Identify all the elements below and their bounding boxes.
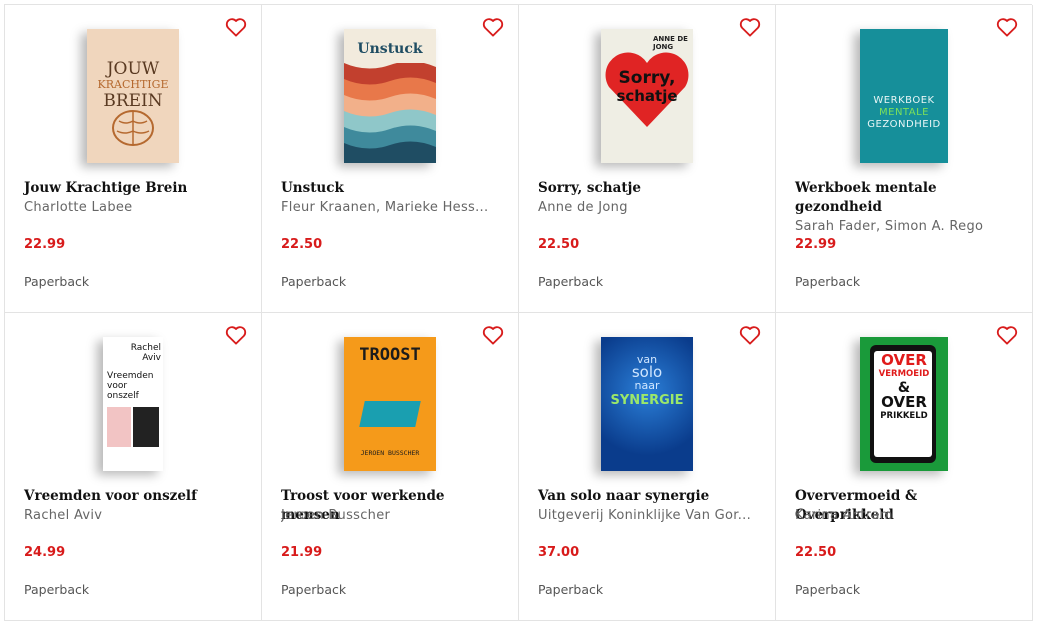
product-card[interactable]: TROOST JEROEN BUSSCHER Troost voor werke… [262,313,519,621]
book-cover[interactable]: WERKBOEK MENTALE GEZONDHEID [776,29,1032,165]
brain-illustration [112,110,154,146]
product-author[interactable]: Karina Antram [795,508,1022,523]
product-card[interactable]: WERKBOEK MENTALE GEZONDHEID Werkboek men… [776,5,1033,313]
product-price: 22.99 [24,237,66,252]
product-format: Paperback [795,582,861,597]
product-price: 21.99 [281,545,323,560]
product-card[interactable]: van solo naar SYNERGIE Van solo naar syn… [519,313,776,621]
product-card[interactable]: JOUW KRACHTIGE BREIN Jouw Krachtige Brei… [5,5,262,313]
product-author[interactable]: Jeroen Busscher [281,508,508,523]
product-price: 22.50 [795,545,837,560]
product-title[interactable]: Sorry, schatje [538,179,761,198]
product-format: Paperback [24,582,90,597]
cover-title: Unstuck [357,41,423,57]
product-price: 37.00 [538,545,580,560]
product-price: 22.99 [795,237,837,252]
book-cover[interactable]: TROOST JEROEN BUSSCHER [262,337,518,473]
product-format: Paperback [24,274,90,289]
product-author[interactable]: Charlotte Labee [24,200,251,215]
product-format: Paperback [538,274,604,289]
cover-title: Vreemden voor onszelf [107,371,154,401]
book-cover[interactable]: van solo naar SYNERGIE [519,337,775,473]
book-cover[interactable]: Unstuck [262,29,518,165]
product-title[interactable]: Van solo naar synergie [538,487,761,506]
product-card[interactable]: ANNE DE JONG Sorry, schatje Sorry, schat… [519,5,776,313]
product-title[interactable]: Unstuck [281,179,504,198]
cover-title: JOUW KRACHTIGE BREIN [97,59,169,111]
cover-title: OVER VERMOEID & OVER PRIKKELD [878,351,930,422]
product-card[interactable]: Rachel Aviv Vreemden voor onszelf Vreemd… [5,313,262,621]
cover-panel [107,407,131,447]
cover-panel [133,407,159,447]
product-title[interactable]: Werkboek mentale gezondheid [795,179,1018,217]
product-card[interactable]: OVER VERMOEID & OVER PRIKKELD Oververmoe… [776,313,1033,621]
product-grid: JOUW KRACHTIGE BREIN Jouw Krachtige Brei… [4,4,1033,621]
product-author[interactable]: Fleur Kraanen, Marieke Hess... [281,200,508,215]
product-format: Paperback [538,582,604,597]
product-author[interactable]: Uitgeverij Koninklijke Van Gor... [538,508,765,523]
book-cover[interactable]: ANNE DE JONG Sorry, schatje [519,29,775,165]
product-title[interactable]: Jouw Krachtige Brein [24,179,247,198]
cover-title: TROOST [359,345,421,365]
book-cover[interactable]: Rachel Aviv Vreemden voor onszelf [5,337,261,473]
product-author[interactable]: Anne de Jong [538,200,765,215]
product-author[interactable]: Sarah Fader, Simon A. Rego [795,219,1022,234]
product-format: Paperback [281,274,347,289]
product-author[interactable]: Rachel Aviv [24,508,251,523]
product-title[interactable]: Vreemden voor onszelf [24,487,247,506]
product-price: 22.50 [538,237,580,252]
cover-title: Sorry, schatje [616,68,678,105]
tissue-box-illustration [359,401,421,427]
product-format: Paperback [281,582,347,597]
product-format: Paperback [795,274,861,289]
wave-illustration [344,63,436,163]
product-card[interactable]: Unstuck Unstuck Fleur Kraanen, Marieke H… [262,5,519,313]
product-price: 22.50 [281,237,323,252]
book-cover[interactable]: OVER VERMOEID & OVER PRIKKELD [776,337,1032,473]
cover-title: van solo naar SYNERGIE [610,353,684,408]
cover-title: WERKBOEK MENTALE GEZONDHEID [867,95,941,130]
cover-author: Rachel Aviv [130,343,161,363]
book-cover[interactable]: JOUW KRACHTIGE BREIN [5,29,261,165]
cover-author: JEROEN BUSSCHER [360,449,420,457]
product-price: 24.99 [24,545,66,560]
